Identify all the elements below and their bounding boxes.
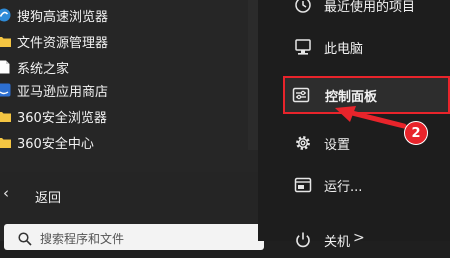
step-number-badge: 2 — [404, 121, 428, 145]
menu-item-shutdown[interactable]: 关机 > — [258, 222, 450, 258]
clock-icon — [295, 0, 311, 13]
file-icon — [0, 60, 10, 74]
back-button[interactable]: ‹ 返回 — [0, 180, 258, 210]
app-label: 360安全中心 — [17, 136, 94, 152]
chevron-left-icon: ‹ — [3, 184, 9, 202]
menu-item-run[interactable]: 运行... — [258, 167, 450, 203]
search-icon — [18, 232, 32, 246]
amazon-appstore-icon — [0, 83, 11, 97]
control-panel-icon — [292, 87, 310, 103]
power-icon — [296, 232, 310, 248]
menu-item-recent[interactable]: 最近使用的项目 — [258, 0, 450, 23]
menu-label: 控制面板 — [325, 90, 378, 105]
search-bar[interactable] — [4, 224, 264, 250]
folder-icon — [0, 37, 11, 47]
search-input[interactable] — [38, 230, 242, 248]
app-label: 亚马逊应用商店 — [17, 84, 109, 100]
app-label: 360安全浏览器 — [17, 110, 107, 126]
menu-label: 最近使用的项目 — [324, 0, 416, 15]
app-label: 系统之家 — [17, 61, 70, 77]
chevron-right-icon[interactable]: > — [353, 230, 365, 246]
menu-label: 此电脑 — [324, 42, 364, 57]
gear-icon — [296, 136, 310, 150]
run-icon — [294, 177, 312, 193]
app-label: 搜狗高速浏览器 — [17, 9, 109, 25]
apps-scrollbar[interactable] — [248, 0, 258, 150]
computer-icon — [295, 39, 311, 55]
sogou-browser-icon — [0, 8, 11, 22]
folder-icon — [0, 112, 11, 122]
menu-item-this-pc[interactable]: 此电脑 — [258, 29, 450, 65]
back-label: 返回 — [35, 191, 62, 206]
folder-icon — [0, 138, 11, 148]
app-label: 文件资源管理器 — [17, 35, 109, 51]
menu-label: 运行... — [324, 180, 363, 195]
